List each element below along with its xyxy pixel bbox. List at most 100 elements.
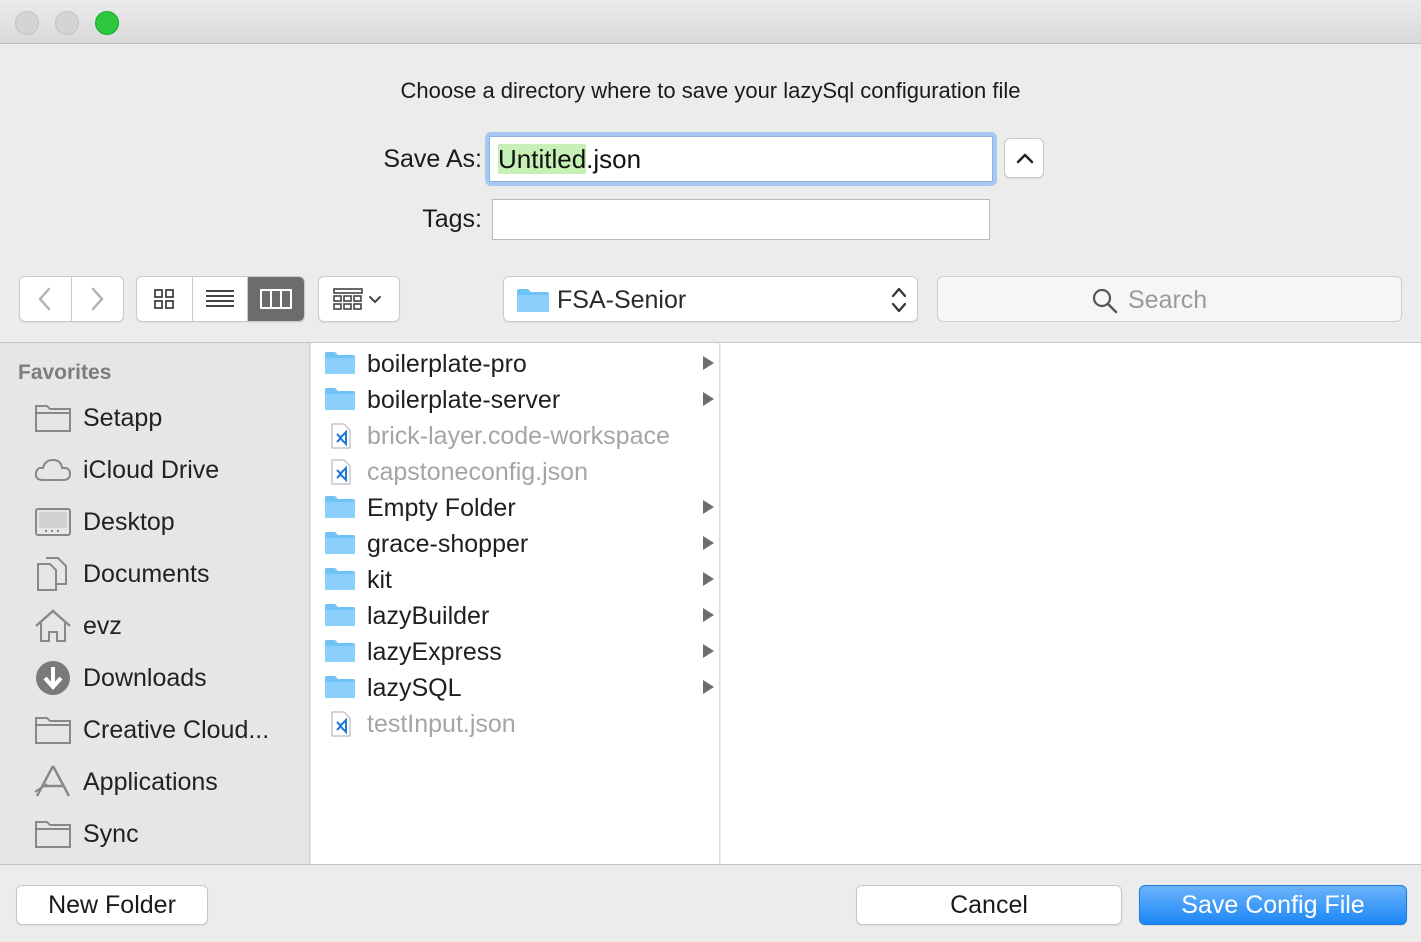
file-name: lazySQL	[367, 674, 462, 702]
arrange-menu-trigger[interactable]	[319, 277, 399, 321]
sidebar-item-downloads[interactable]: Downloads	[0, 652, 310, 704]
list-icon	[206, 290, 234, 307]
dialog-message: Choose a directory where to save your la…	[400, 78, 1021, 103]
cancel-button[interactable]: Cancel	[856, 885, 1122, 925]
file-name: brick-layer.code-workspace	[367, 422, 670, 450]
disclosure-arrow-icon	[703, 680, 714, 694]
back-button[interactable]	[20, 277, 72, 321]
folder-icon	[325, 640, 355, 662]
search-icon	[1092, 288, 1118, 314]
file-browser: Favorites Setapp iCloud Drive Desktop Do…	[0, 342, 1421, 865]
folder-icon	[325, 676, 355, 698]
chevron-up-icon	[1016, 153, 1034, 164]
disclosure-arrow-icon	[703, 644, 714, 658]
folder-icon	[325, 352, 355, 374]
home-icon	[35, 609, 71, 642]
save-as-input[interactable]: Untitled.json	[489, 136, 993, 182]
downloads-icon	[36, 661, 70, 695]
arrange-button[interactable]	[318, 276, 400, 322]
button-bar: New Folder Cancel Save Config File	[0, 864, 1421, 942]
zoom-button[interactable]	[95, 11, 119, 35]
folder-icon	[325, 532, 355, 554]
vscode-file-icon	[331, 423, 351, 449]
cloud-icon	[34, 458, 72, 481]
save-as-label: Save As:	[383, 145, 482, 173]
sidebar-item-label: evz	[83, 612, 122, 640]
disclosure-arrow-icon	[703, 572, 714, 586]
disclosure-arrow-icon	[703, 500, 714, 514]
file-item-testinput: testInput.json	[311, 705, 720, 741]
sidebar-item-applications[interactable]: Applications	[0, 756, 310, 808]
folder-icon	[35, 717, 71, 744]
sidebar-item-creative-cloud[interactable]: Creative Cloud...	[0, 704, 310, 756]
folder-icon	[325, 496, 355, 518]
file-item-empty-folder[interactable]: Empty Folder	[311, 489, 720, 525]
file-item-lazybuilder[interactable]: lazyBuilder	[311, 597, 720, 633]
sidebar-item-documents[interactable]: Documents	[0, 548, 310, 600]
list-view-button[interactable]	[193, 277, 249, 321]
file-name: capstoneconfig.json	[367, 458, 588, 486]
disclosure-arrow-icon	[703, 608, 714, 622]
chevron-right-icon	[92, 287, 104, 311]
sidebar-item-label: Setapp	[83, 404, 163, 432]
sidebar-item-evz[interactable]: evz	[0, 600, 310, 652]
minimize-button[interactable]	[55, 11, 79, 35]
folder-icon	[325, 604, 355, 626]
arrange-grid-icon	[333, 288, 381, 310]
columns-icon	[260, 289, 293, 309]
desktop-icon	[35, 508, 71, 536]
folder-icon	[325, 388, 355, 410]
sidebar: Favorites Setapp iCloud Drive Desktop Do…	[0, 343, 310, 865]
folder-icon	[517, 289, 549, 312]
search-input[interactable]: Search	[937, 276, 1402, 322]
vscode-file-icon	[331, 459, 351, 485]
sidebar-item-label: iCloud Drive	[83, 456, 220, 484]
location-label: FSA-Senior	[557, 286, 687, 314]
sidebar-item-label: Creative Cloud...	[83, 716, 270, 744]
save-button[interactable]: Save Config File	[1139, 885, 1407, 925]
sidebar-item-desktop[interactable]: Desktop	[0, 496, 310, 548]
file-name: grace-shopper	[367, 530, 529, 558]
file-name: lazyBuilder	[367, 602, 490, 630]
location-popup[interactable]: FSA-Senior	[503, 276, 918, 322]
file-name: boilerplate-pro	[367, 350, 527, 378]
sidebar-item-icloud-drive[interactable]: iCloud Drive	[0, 444, 310, 496]
filename-extension: .json	[586, 144, 642, 174]
file-item-brick-layer: brick-layer.code-workspace	[311, 417, 720, 453]
sidebar-item-sync[interactable]: Sync	[0, 808, 310, 860]
sidebar-item-label: Desktop	[83, 508, 175, 536]
tags-input[interactable]	[492, 199, 990, 240]
sidebar-item-label: Downloads	[83, 664, 207, 692]
file-name: kit	[367, 566, 392, 594]
file-name: testInput.json	[367, 710, 516, 738]
folder-icon	[35, 405, 71, 432]
empty-column	[721, 343, 1421, 865]
sidebar-item-setapp[interactable]: Setapp	[0, 392, 310, 444]
navigation-buttons	[19, 276, 124, 322]
documents-icon	[37, 557, 67, 591]
file-column: boilerplate-pro boilerplate-server brick…	[311, 343, 720, 865]
icon-view-button[interactable]	[137, 277, 193, 321]
file-item-boilerplate-server[interactable]: boilerplate-server	[311, 381, 720, 417]
disclosure-arrow-icon	[703, 356, 714, 370]
file-item-lazyexpress[interactable]: lazyExpress	[311, 633, 720, 669]
view-mode-buttons	[136, 276, 305, 322]
file-name: boilerplate-server	[367, 386, 561, 414]
collapse-dialog-button[interactable]	[1004, 138, 1044, 178]
filename-selection: Untitled	[498, 144, 587, 174]
file-item-grace-shopper[interactable]: grace-shopper	[311, 525, 720, 561]
file-name: Empty Folder	[367, 494, 516, 522]
up-down-arrows-icon	[891, 287, 907, 313]
file-item-lazysql[interactable]: lazySQL	[311, 669, 720, 705]
applications-icon	[34, 765, 71, 797]
file-item-kit[interactable]: kit	[311, 561, 720, 597]
file-item-boilerplate-pro[interactable]: boilerplate-pro	[311, 345, 720, 381]
forward-button[interactable]	[72, 277, 124, 321]
disclosure-arrow-icon	[703, 392, 714, 406]
close-button[interactable]	[15, 11, 39, 35]
column-view-button[interactable]	[248, 277, 304, 321]
vscode-file-icon	[331, 711, 351, 737]
save-form: Choose a directory where to save your la…	[0, 45, 1421, 342]
file-item-capstoneconfig: capstoneconfig.json	[311, 453, 720, 489]
new-folder-button[interactable]: New Folder	[16, 885, 208, 925]
